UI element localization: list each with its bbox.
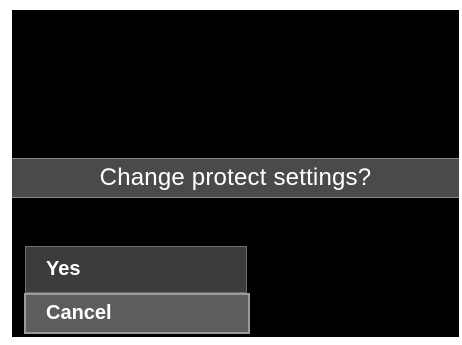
camera-display-frame: Change protect settings? Yes Cancel <box>0 0 462 345</box>
camera-screen: Change protect settings? Yes Cancel <box>12 10 459 337</box>
dialog-prompt-text: Change protect settings? <box>99 164 372 191</box>
yes-option-label: Yes <box>46 258 81 280</box>
cancel-option[interactable]: Cancel <box>24 293 250 334</box>
yes-option[interactable]: Yes <box>25 246 247 293</box>
cancel-option-label: Cancel <box>46 302 112 324</box>
option-menu: Yes Cancel <box>12 246 259 337</box>
dialog-prompt-bar: Change protect settings? <box>12 158 459 198</box>
